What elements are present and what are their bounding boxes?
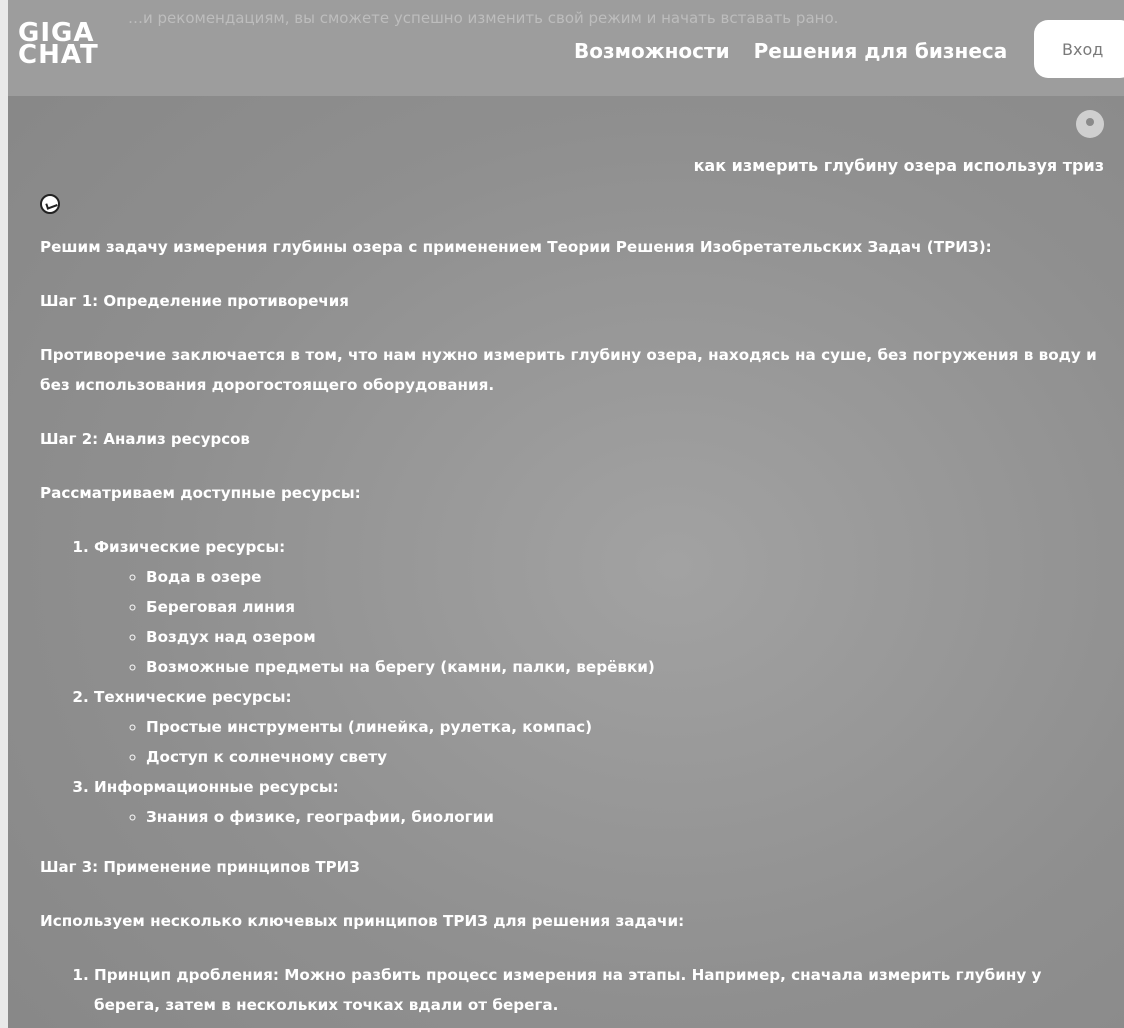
list-item: Физические ресурсы: Вода в озере Берегов… xyxy=(94,532,1100,682)
step-3-intro: Используем несколько ключевых принципов … xyxy=(40,912,685,930)
assistant-answer: Решим задачу измерения глубины озера с п… xyxy=(40,232,1100,1028)
previous-message-fragment: …и рекомендациям, вы сможете успешно изм… xyxy=(128,9,839,27)
principles-list: Принцип дробления: Можно разбить процесс… xyxy=(40,960,1100,1020)
user-message: как измерить глубину озера используя три… xyxy=(693,156,1104,175)
resource-sublist: Вода в озере Береговая линия Воздух над … xyxy=(94,562,1100,682)
resource-sublist: Знания о физике, географии, биологии xyxy=(94,802,1100,832)
gigachat-logo[interactable]: GIGA CHAT xyxy=(18,20,158,76)
principle-title: Принцип дробления: xyxy=(94,966,279,984)
step-2-intro: Рассматриваем доступные ресурсы: xyxy=(40,484,361,502)
list-item: Воздух над озером xyxy=(146,622,1100,652)
list-item: Простые инструменты (линейка, рулетка, к… xyxy=(146,712,1100,742)
nav-business-solutions[interactable]: Решения для бизнеса xyxy=(754,36,1008,66)
list-item: Принцип дробления: Можно разбить процесс… xyxy=(94,960,1100,1020)
logo-line-2: CHAT xyxy=(18,40,99,70)
step-2-title: Шаг 2: Анализ ресурсов xyxy=(40,430,250,448)
bot-avatar-icon xyxy=(40,194,60,214)
list-item: Доступ к солнечному свету xyxy=(146,742,1100,772)
main-nav: Возможности Решения для бизнеса xyxy=(574,36,1007,66)
resource-sublist: Простые инструменты (линейка, рулетка, к… xyxy=(94,712,1100,772)
resource-category-title: Информационные ресурсы: xyxy=(94,778,339,796)
list-item: Вода в озере xyxy=(146,562,1100,592)
step-1-title: Шаг 1: Определение противоречия xyxy=(40,292,349,310)
login-button[interactable]: Вход xyxy=(1034,20,1124,78)
step-3-title: Шаг 3: Применение принципов ТРИЗ xyxy=(40,858,360,876)
resources-list: Физические ресурсы: Вода в озере Берегов… xyxy=(40,532,1100,832)
list-item: Технические ресурсы: Простые инструменты… xyxy=(94,682,1100,772)
resource-category-title: Технические ресурсы: xyxy=(94,688,292,706)
user-avatar-icon xyxy=(1076,110,1104,138)
list-item: Информационные ресурсы: Знания о физике,… xyxy=(94,772,1100,832)
top-header: …и рекомендациям, вы сможете успешно изм… xyxy=(8,0,1124,96)
step-1-text: Противоречие заключается в том, что нам … xyxy=(40,346,1097,394)
list-item: Знания о физике, географии, биологии xyxy=(146,802,1100,832)
list-item: Возможные предметы на берегу (камни, пал… xyxy=(146,652,1100,682)
answer-intro: Решим задачу измерения глубины озера с п… xyxy=(40,238,992,256)
nav-features[interactable]: Возможности xyxy=(574,36,730,66)
screen: …и рекомендациям, вы сможете успешно изм… xyxy=(0,0,1124,1028)
resource-category-title: Физические ресурсы: xyxy=(94,538,286,556)
list-item: Береговая линия xyxy=(146,592,1100,622)
